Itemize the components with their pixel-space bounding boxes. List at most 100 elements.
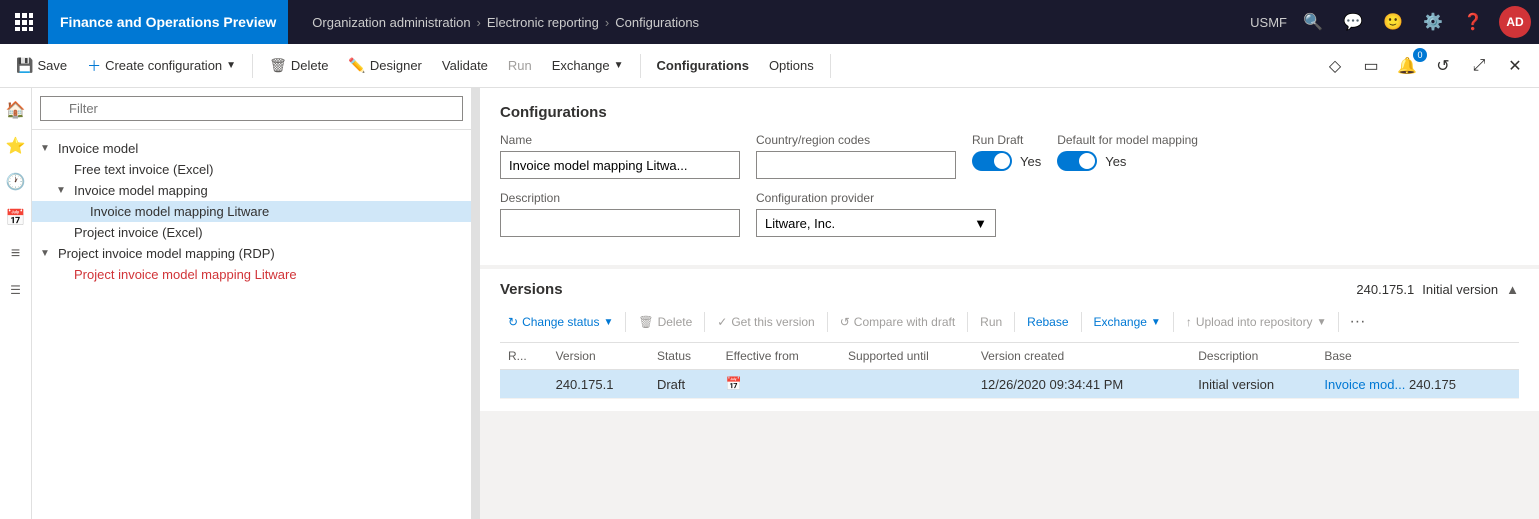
country-field: Country/region codes — [756, 133, 956, 179]
filter-toggle-icon[interactable]: ◇ — [1319, 50, 1351, 82]
validate-button[interactable]: Validate — [434, 48, 496, 84]
smiley-icon[interactable]: 🙂 — [1379, 8, 1407, 36]
options-tab[interactable]: Options — [761, 48, 822, 84]
breadcrumb-chevron-2: › — [605, 15, 609, 30]
vtb-sep-5 — [1014, 312, 1015, 332]
vtb-sep-3 — [827, 312, 828, 332]
notifications-icon[interactable]: 💬 — [1339, 8, 1367, 36]
run-draft-field: Run Draft Yes — [972, 133, 1041, 171]
vtb-delete-button[interactable]: 🗑 Delete — [630, 312, 700, 332]
compare-with-draft-button[interactable]: ↺ Compare with draft — [832, 312, 963, 332]
versions-chevron-icon[interactable]: ▲ — [1506, 282, 1519, 297]
rebase-button[interactable]: Rebase — [1019, 312, 1076, 332]
name-input[interactable] — [500, 151, 740, 179]
grid-menu-icon[interactable] — [8, 6, 40, 38]
tree-filter-area: 🔍 — [32, 88, 471, 130]
tree-content: ▼ Invoice model Free text invoice (Excel… — [32, 130, 471, 519]
toolbar: 💾 Save ＋ Create configuration ▼ 🗑 Delete… — [0, 44, 1539, 88]
vtb-exchange-button[interactable]: Exchange ▼ — [1086, 312, 1169, 332]
breadcrumb-item-conf[interactable]: Configurations — [615, 15, 699, 30]
more-options-icon[interactable]: ··· — [1343, 310, 1371, 334]
name-label: Name — [500, 133, 740, 147]
plus-icon: ＋ — [87, 56, 101, 76]
delete-button[interactable]: 🗑 Delete — [261, 48, 336, 84]
calendar-side-icon[interactable]: 📅 — [2, 204, 30, 232]
tree-drag-handle[interactable] — [472, 88, 480, 519]
alerts-icon[interactable]: 🔔 0 — [1391, 50, 1423, 82]
get-version-icon: ✓ — [717, 315, 727, 329]
run-draft-toggle-label: Yes — [1020, 154, 1041, 169]
vtb-run-button[interactable]: Run — [972, 312, 1010, 332]
help-icon[interactable]: ❓ — [1459, 8, 1487, 36]
get-this-version-button[interactable]: ✓ Get this version — [709, 312, 822, 332]
hamburger-icon[interactable]: ☰ — [2, 276, 30, 304]
panel-icon[interactable]: ▭ — [1355, 50, 1387, 82]
refresh-icon[interactable]: ↺ — [1427, 50, 1459, 82]
expand-icon-0: ▼ — [40, 143, 54, 154]
form-row-2: Description Configuration provider Litwa… — [500, 191, 1519, 237]
col-supported-until: Supported until — [840, 343, 973, 370]
detail-panel: Configurations Name Country/region codes… — [480, 88, 1539, 519]
default-mapping-field: Default for model mapping Yes — [1057, 133, 1198, 171]
form-row-1: Name Country/region codes Run Draft Yes — [500, 133, 1519, 179]
versions-table: R... Version Status Effective from Suppo… — [500, 343, 1519, 399]
run-draft-toggle-knob — [994, 153, 1010, 169]
tree-node-inv-mapping-litware[interactable]: Invoice model mapping Litware — [32, 201, 471, 222]
tree-node-proj-mapping-rdp[interactable]: ▼ Project invoice model mapping (RDP) — [32, 243, 471, 264]
star-icon[interactable]: ⭐ — [2, 132, 30, 160]
config-provider-value: Litware, Inc. — [765, 216, 835, 231]
table-row[interactable]: 240.175.1 Draft 📅 12/26/2020 09:34:41 PM… — [500, 370, 1519, 399]
expand-icon-2: ▼ — [56, 185, 70, 196]
tree-node-invoice-model[interactable]: ▼ Invoice model — [32, 138, 471, 159]
run-button[interactable]: Run — [500, 48, 540, 84]
versions-section: Versions 240.175.1 Initial version ▲ ↻ C… — [480, 269, 1539, 411]
configurations-tab[interactable]: Configurations — [649, 48, 757, 84]
create-configuration-button[interactable]: ＋ Create configuration ▼ — [79, 48, 244, 84]
country-input[interactable] — [756, 151, 956, 179]
tree-label-inv-mapping-litware: Invoice model mapping Litware — [90, 204, 269, 219]
run-draft-toggle[interactable] — [972, 151, 1012, 171]
upload-icon: ↑ — [1186, 315, 1192, 329]
breadcrumb-item-org[interactable]: Organization administration — [312, 15, 470, 30]
tree-node-inv-model-mapping[interactable]: ▼ Invoice model mapping — [32, 180, 471, 201]
save-icon: 💾 — [16, 57, 33, 74]
configurations-section: Configurations Name Country/region codes… — [480, 88, 1539, 265]
default-mapping-label: Default for model mapping — [1057, 133, 1198, 147]
tree-label-invoice-model: Invoice model — [58, 141, 138, 156]
tree-node-free-text[interactable]: Free text invoice (Excel) — [32, 159, 471, 180]
settings-icon[interactable]: ⚙️ — [1419, 8, 1447, 36]
user-code: USMF — [1250, 15, 1287, 30]
version-number: 240.175.1 — [1356, 282, 1414, 297]
close-icon[interactable]: ✕ — [1499, 50, 1531, 82]
description-input[interactable] — [500, 209, 740, 237]
tree-node-proj-invoice[interactable]: Project invoice (Excel) — [32, 222, 471, 243]
change-status-button[interactable]: ↻ Change status ▼ — [500, 312, 621, 332]
home-icon[interactable]: 🏠 — [2, 96, 30, 124]
version-label: Initial version — [1422, 282, 1498, 297]
versions-table-header: R... Version Status Effective from Suppo… — [500, 343, 1519, 370]
run-draft-label: Run Draft — [972, 133, 1041, 147]
compare-icon: ↺ — [840, 315, 850, 329]
calendar-picker-icon[interactable]: 📅 — [726, 376, 742, 391]
clock-icon[interactable]: 🕐 — [2, 168, 30, 196]
config-provider-label: Configuration provider — [756, 191, 996, 205]
default-mapping-toggle[interactable] — [1057, 151, 1097, 171]
list-icon[interactable]: ≡ — [2, 240, 30, 268]
breadcrumb-item-er[interactable]: Electronic reporting — [487, 15, 599, 30]
country-label: Country/region codes — [756, 133, 956, 147]
search-input[interactable] — [40, 96, 463, 121]
save-button[interactable]: 💾 Save — [8, 48, 75, 84]
separator-2 — [640, 54, 641, 78]
vtb-sep-4 — [967, 312, 968, 332]
config-provider-select[interactable]: Litware, Inc. ▼ — [756, 209, 996, 237]
designer-button[interactable]: ✏️ Designer — [340, 48, 429, 84]
expand-icon[interactable]: ⤢ — [1463, 50, 1495, 82]
default-mapping-toggle-group: Yes — [1057, 151, 1198, 171]
search-icon[interactable]: 🔍 — [1299, 8, 1327, 36]
avatar[interactable]: AD — [1499, 6, 1531, 38]
exchange-button[interactable]: Exchange ▼ — [544, 48, 632, 84]
upload-repository-button[interactable]: ↑ Upload into repository ▼ — [1178, 312, 1335, 332]
config-provider-field: Configuration provider Litware, Inc. ▼ — [756, 191, 996, 237]
tree-node-proj-mapping-litware[interactable]: Project invoice model mapping Litware — [32, 264, 471, 285]
base-link[interactable]: Invoice mod... — [1324, 377, 1405, 392]
